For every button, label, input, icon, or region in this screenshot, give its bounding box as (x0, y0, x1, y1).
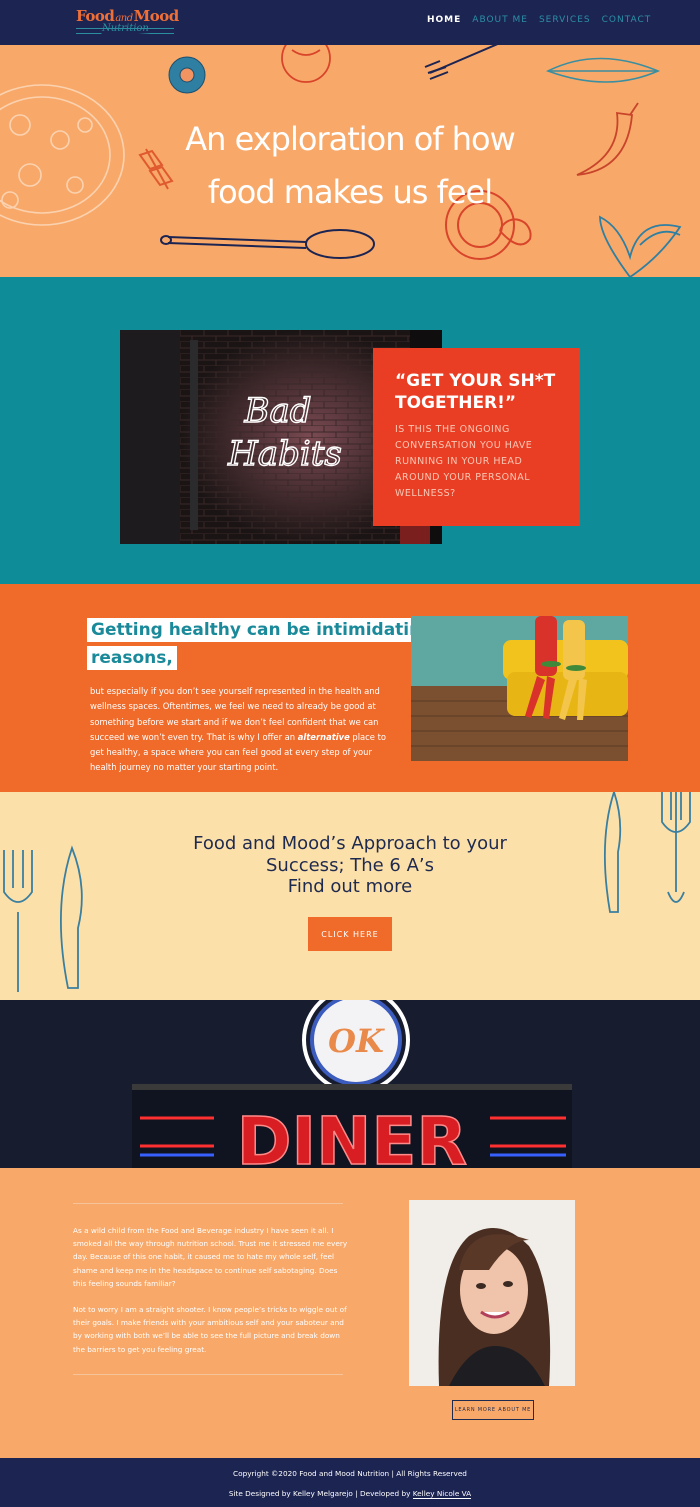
footer-copyright: Copyright ©2020 Food and Mood Nutrition … (233, 1469, 467, 1478)
nav-link-services[interactable]: SERVICES (539, 15, 591, 25)
svg-text:DINER: DINER (237, 1103, 467, 1168)
hero-banner: An exploration of how food makes us feel (0, 45, 700, 277)
site-footer: Copyright ©2020 Food and Mood Nutrition … (0, 1458, 700, 1507)
divider-top (73, 1203, 343, 1204)
about-paragraph-2: Not to worry I am a straight shooter. I … (73, 1305, 347, 1354)
couch-photo (411, 616, 628, 761)
hero-heading: An exploration of how food makes us feel (185, 120, 515, 211)
site-logo[interactable]: FoodandMood Nutrition (76, 7, 179, 35)
nav-link-contact[interactable]: CONTACT (602, 15, 652, 25)
learn-more-button[interactable]: LEARN MORE ABOUT ME (452, 1400, 534, 1420)
get-together-section: Bad Habits “GET YOUR SH*T TOGETHER!” IS … (0, 277, 700, 584)
nav-link-home[interactable]: HOME (427, 15, 461, 25)
divider-bottom (73, 1374, 343, 1375)
developer-link[interactable]: Kelley Nicole VA (412, 1489, 472, 1499)
footer-credits: Site Designed by Kelley Melgarejo | Deve… (228, 1489, 472, 1499)
intimidating-heading-line2: reasons, (87, 646, 177, 670)
callout-title: “GET YOUR SH*T TOGETHER!” (395, 371, 556, 413)
approach-section: Food and Mood’s Approach to your Success… (0, 792, 700, 1000)
about-paragraph-1: As a wild child from the Food and Bevera… (73, 1226, 348, 1288)
intimidating-section: Getting healthy can be intimidating for … (0, 584, 700, 792)
about-section: As a wild child from the Food and Bevera… (0, 1168, 700, 1458)
portrait-photo (409, 1200, 575, 1386)
svg-text:OK: OK (328, 1022, 385, 1060)
woman-portrait-image (409, 1200, 575, 1386)
click-here-button[interactable]: CLICK HERE (308, 917, 392, 951)
nav-menu: HOME ABOUT ME SERVICES CONTACT (427, 15, 651, 25)
women-on-yellow-couch-image (411, 616, 628, 761)
nav-link-about[interactable]: ABOUT ME (472, 15, 528, 25)
ok-diner-sign-image: OK DINER (0, 1000, 700, 1168)
svg-text:Bad: Bad (243, 391, 311, 431)
diner-neon-banner: OK DINER (0, 1000, 700, 1168)
intimidating-body: but especially if you don’t see yourself… (90, 686, 387, 773)
approach-heading: Food and Mood’s Approach to your Success… (193, 833, 507, 897)
callout-card: “GET YOUR SH*T TOGETHER!” IS THIS THE ON… (373, 348, 580, 526)
top-navigation: FoodandMood Nutrition HOME ABOUT ME SERV… (0, 0, 700, 45)
callout-text: IS THIS THE ONGOING CONVERSATION YOU HAV… (395, 424, 533, 499)
logo-word-nutrition: Nutrition (102, 23, 149, 34)
svg-text:Habits: Habits (227, 434, 342, 474)
